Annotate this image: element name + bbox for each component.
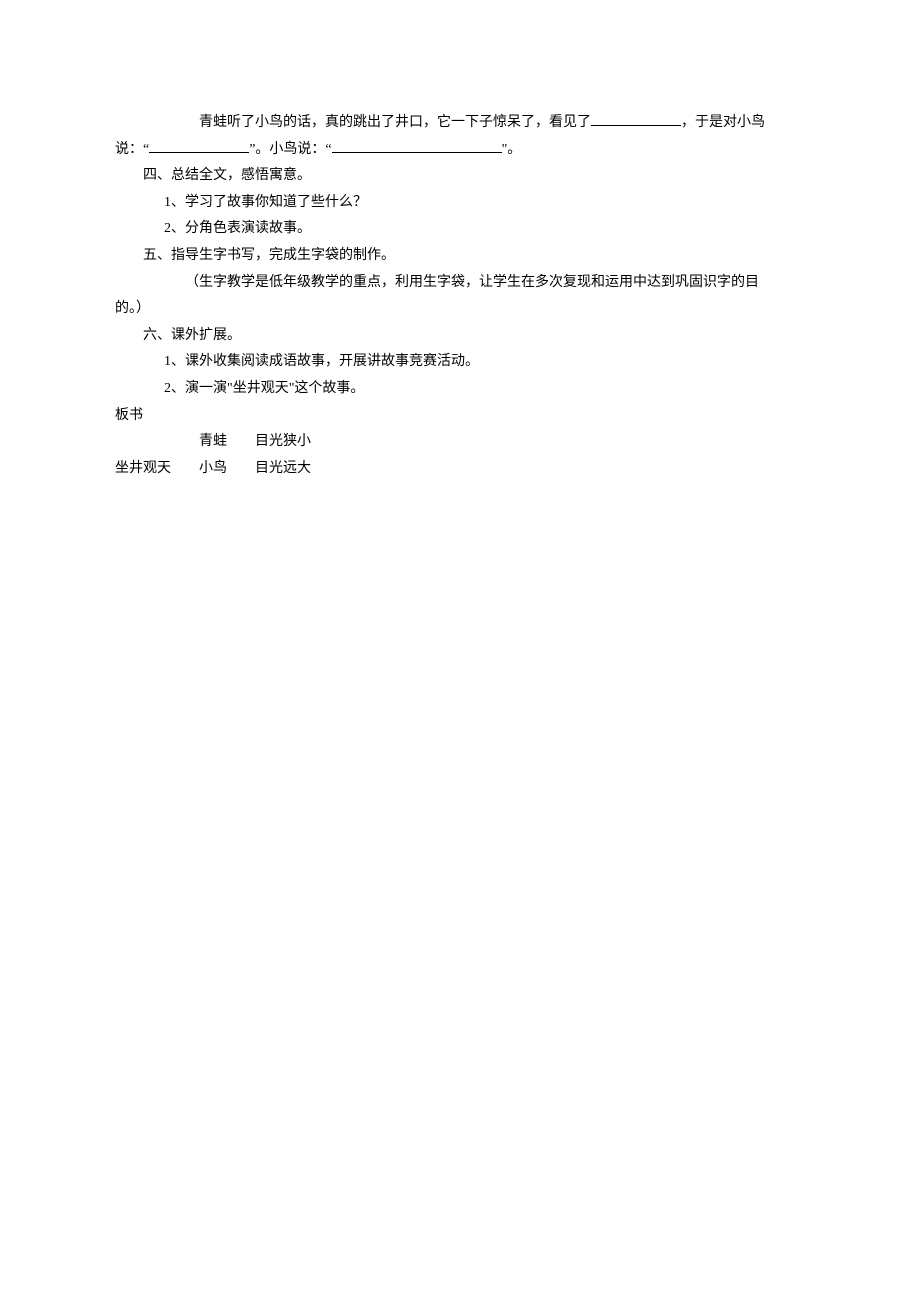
- board-row-1-desc: 目光狭小: [255, 429, 805, 456]
- section-4-title: 四、总结全文，感悟寓意。: [115, 163, 805, 190]
- board-row-2: 坐井观天 小鸟 目光远大: [115, 456, 805, 483]
- board-row-2-label: 坐井观天: [115, 456, 199, 483]
- paragraph-line-1: 青蛙听了小鸟的话，真的跳出了井口，它一下子惊呆了，看见了 ，于是对小鸟: [115, 110, 805, 137]
- section-4-item-2: 2、分角色表演读故事。: [115, 216, 805, 243]
- section-5-note-line-1: （生字教学是低年级教学的重点，利用生字袋，让学生在多次复现和运用中达到巩固识字的…: [115, 270, 805, 297]
- board-row-1-label: [115, 429, 199, 456]
- board-title: 板书: [115, 403, 805, 430]
- section-6-item-1: 1、课外收集阅读成语故事，开展讲故事竞赛活动。: [115, 349, 805, 376]
- paragraph-line-2: 说：“ ”。小鸟说：“ "。: [115, 137, 805, 164]
- section-4-item-1: 1、学习了故事你知道了些什么？: [115, 190, 805, 217]
- paragraph1-part1: 青蛙听了小鸟的话，真的跳出了井口，它一下子惊呆了，看见了: [199, 115, 591, 130]
- blank-1: [591, 125, 681, 126]
- blank-3: [332, 152, 502, 153]
- section-5-title: 五、指导生字书写，完成生字袋的制作。: [115, 243, 805, 270]
- paragraph1-part2-prefix: ，于是对小鸟: [681, 115, 765, 130]
- board-row-1: 青蛙 目光狭小: [115, 429, 805, 456]
- section-6-title: 六、课外扩展。: [115, 323, 805, 350]
- board-row-2-animal: 小鸟: [199, 456, 255, 483]
- section-6-item-2: 2、演一演"坐井观天"这个故事。: [115, 376, 805, 403]
- board-row-2-desc: 目光远大: [255, 456, 805, 483]
- blank-2: [149, 152, 249, 153]
- section-5-note-line-2: 的。）: [115, 296, 805, 323]
- paragraph1-part4: "。: [502, 142, 522, 157]
- paragraph1-part3-mid: ”。小鸟说：“: [249, 142, 331, 157]
- board-row-1-animal: 青蛙: [199, 429, 255, 456]
- paragraph1-part2-suffix: 说：“: [115, 142, 149, 157]
